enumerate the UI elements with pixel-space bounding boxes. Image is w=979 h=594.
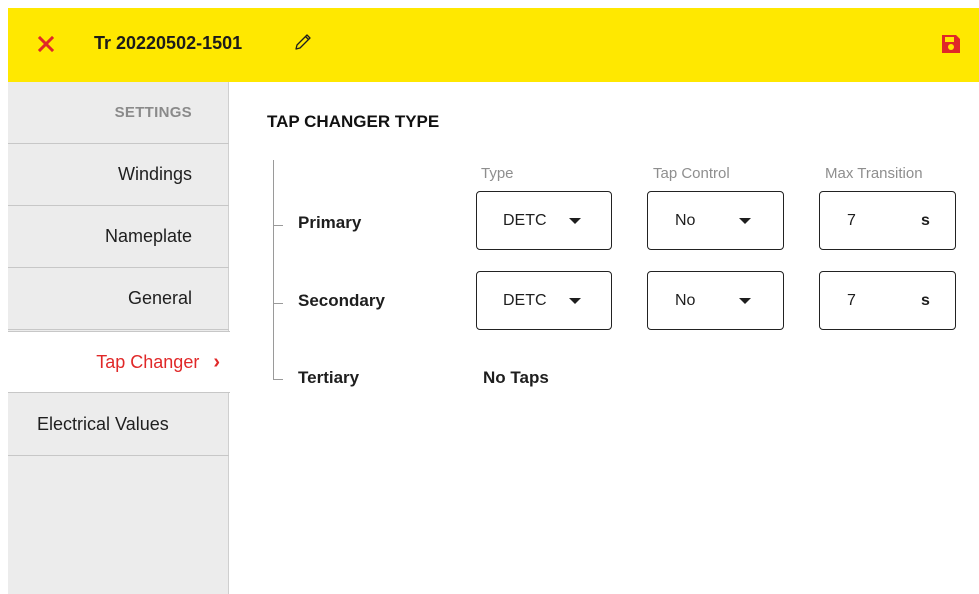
- caret-down-icon: [739, 298, 751, 304]
- secondary-type-dropdown[interactable]: DETC: [476, 271, 612, 330]
- sidebar-item-label: Tap Changer: [96, 351, 200, 372]
- unit-label: s: [921, 211, 930, 229]
- sidebar-item-windings[interactable]: Windings: [8, 144, 229, 206]
- primary-tap-control-dropdown[interactable]: No: [647, 191, 784, 250]
- row-label-primary: Primary: [298, 213, 362, 232]
- sidebar-item-tap-changer[interactable]: Tap Changer ›: [8, 331, 230, 393]
- sidebar-item-label: Nameplate: [104, 226, 192, 246]
- secondary-max-transition-field[interactable]: 7 s: [819, 271, 956, 330]
- caret-down-icon: [569, 218, 581, 224]
- chevron-right-icon: ›: [213, 350, 220, 373]
- sidebar-section-header: SETTINGS: [8, 82, 229, 144]
- row-label-secondary: Secondary: [298, 291, 385, 310]
- primary-max-transition-field[interactable]: 7 s: [819, 191, 956, 250]
- tree-connector: [273, 160, 274, 380]
- sidebar-item-general[interactable]: General: [8, 268, 229, 330]
- page-title: Tr 20220502-1501: [94, 33, 243, 53]
- tertiary-no-taps-text: No Taps: [483, 368, 549, 387]
- tree-branch: [273, 303, 283, 304]
- sidebar-item-label: General: [127, 288, 192, 308]
- close-icon: [38, 36, 54, 52]
- primary-type-dropdown[interactable]: DETC: [476, 191, 612, 250]
- dropdown-value: No: [675, 211, 696, 229]
- secondary-tap-control-dropdown[interactable]: No: [647, 271, 784, 330]
- caret-down-icon: [739, 218, 751, 224]
- sidebar-item-nameplate[interactable]: Nameplate: [8, 206, 229, 268]
- column-header-max-transition: Max Transition: [825, 165, 923, 182]
- sidebar-item-label: Electrical Values: [37, 414, 169, 434]
- sidebar-item-electrical-values[interactable]: Electrical Values: [8, 394, 229, 456]
- floppy-disk-icon: [942, 35, 960, 53]
- row-label-tertiary: Tertiary: [298, 368, 360, 387]
- edit-title-button[interactable]: [292, 31, 318, 57]
- field-value: 7: [847, 291, 856, 309]
- close-button[interactable]: [34, 32, 58, 56]
- tree-branch: [273, 379, 283, 380]
- dropdown-value: DETC: [503, 211, 547, 229]
- dropdown-value: DETC: [503, 291, 547, 309]
- sidebar-item-label: Windings: [117, 164, 192, 184]
- unit-label: s: [921, 291, 930, 309]
- field-value: 7: [847, 211, 856, 229]
- tree-branch: [273, 225, 283, 226]
- save-button[interactable]: [939, 32, 965, 58]
- sidebar: SETTINGS Windings Nameplate General Tap …: [8, 82, 230, 594]
- caret-down-icon: [569, 298, 581, 304]
- dropdown-value: No: [675, 291, 696, 309]
- pencil-icon: [295, 34, 311, 50]
- column-header-type: Type: [481, 165, 514, 182]
- top-bar: Tr 20220502-1501: [8, 8, 979, 82]
- sidebar-section-label: SETTINGS: [114, 104, 192, 121]
- column-header-tap-control: Tap Control: [653, 165, 730, 182]
- section-title: TAP CHANGER TYPE: [267, 112, 440, 131]
